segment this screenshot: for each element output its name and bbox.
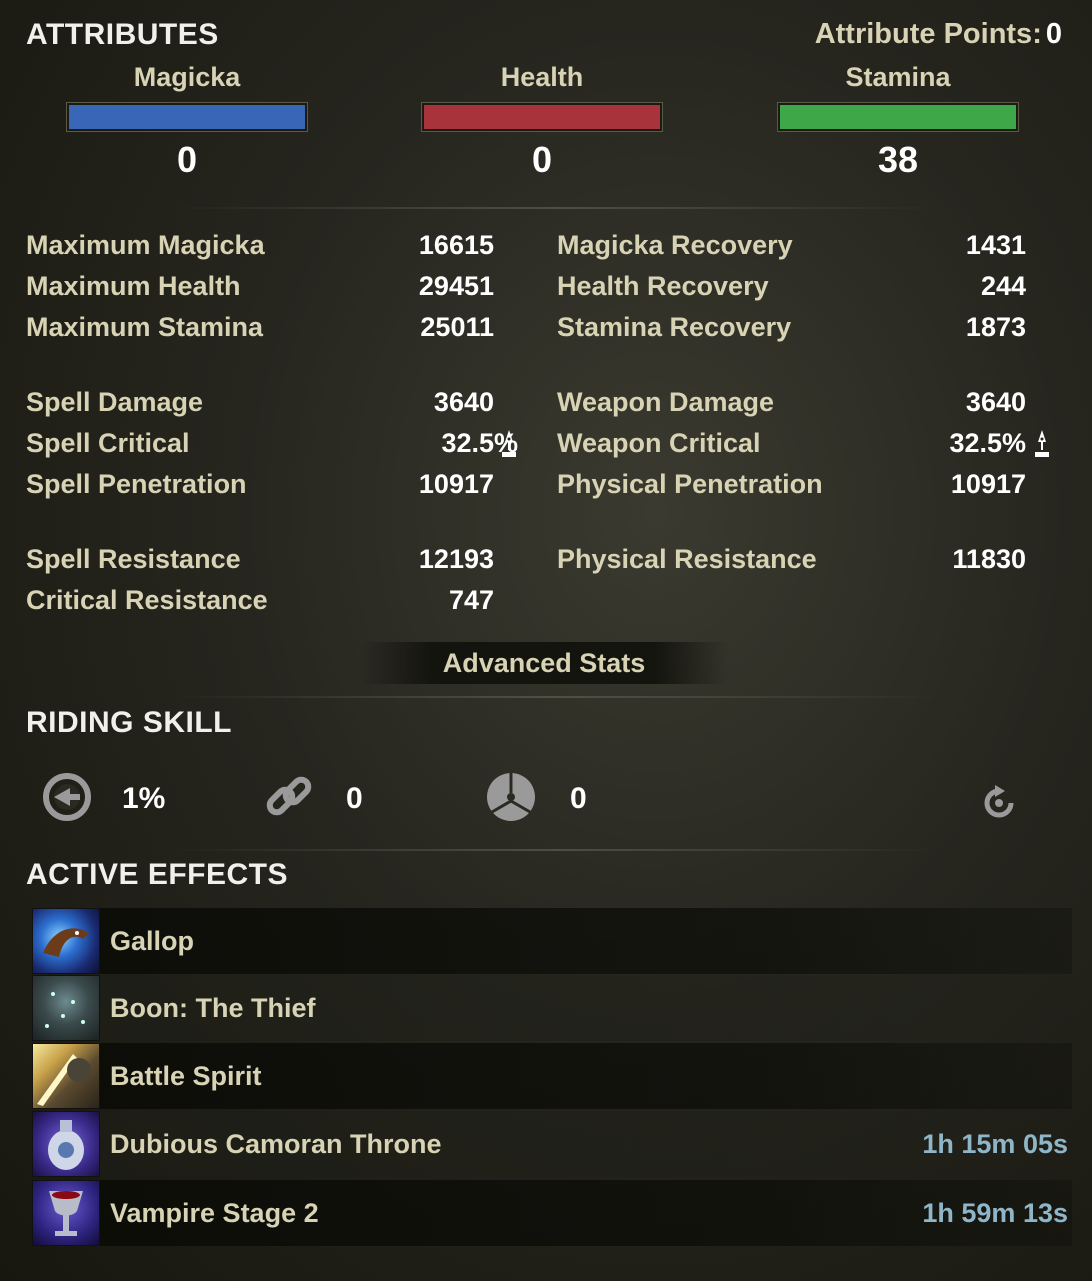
speed-icon <box>40 770 94 829</box>
riding-capacity-value: 0 <box>570 782 587 815</box>
riding-refresh-button[interactable] <box>978 778 1020 832</box>
stat-value-spell-resistance: 12193 <box>418 544 494 574</box>
divider <box>170 207 940 209</box>
stat-value-physical-penetration: 10917 <box>950 469 1026 499</box>
attribute-points-label: Attribute Points: <box>814 18 1042 50</box>
effect-row[interactable]: Gallop <box>32 908 1072 974</box>
health-value: 0 <box>531 139 553 180</box>
riding-capacity[interactable]: 0 <box>484 772 587 826</box>
divider <box>170 849 940 851</box>
attribute-points-value: 0 <box>1045 18 1062 50</box>
refresh-icon <box>978 782 1020 829</box>
stamina-label: Stamina <box>845 62 951 92</box>
effect-name: Battle Spirit <box>110 1060 262 1091</box>
stat-label-spell-damage: Spell Damage <box>26 387 204 417</box>
effect-row[interactable]: Dubious Camoran Throne 1h 15m 05s <box>32 1111 1072 1177</box>
stat-label-stamina-recovery: Stamina Recovery <box>557 312 792 342</box>
stat-value-physical-resistance: 11830 <box>952 544 1026 574</box>
stat-label-physical-resistance: Physical Resistance <box>557 544 817 574</box>
effect-time: 1h 59m 13s <box>922 1197 1068 1228</box>
riding-speed[interactable]: 1% <box>40 772 165 826</box>
stat-value-max-health: 29451 <box>418 271 494 301</box>
stat-label-weapon-critical: Weapon Critical <box>557 428 761 458</box>
stat-label-spell-resistance: Spell Resistance <box>26 544 241 574</box>
attribute-points: Attribute Points: 0 <box>815 18 1062 51</box>
health-attribute[interactable]: Health 0 <box>417 62 667 181</box>
health-label: Health <box>500 62 584 92</box>
stat-label-critical-resistance: Critical Resistance <box>26 585 268 615</box>
magicka-label: Magicka <box>133 62 241 92</box>
riding-speed-value: 1% <box>122 782 166 815</box>
magicka-attribute[interactable]: Magicka 0 <box>62 62 312 181</box>
stat-label-max-stamina: Maximum Stamina <box>26 312 264 342</box>
stat-value-stamina-recovery: 1873 <box>965 312 1026 342</box>
effect-row[interactable]: Boon: The Thief <box>32 975 1072 1041</box>
stat-label-health-recovery: Health Recovery <box>557 271 769 301</box>
vampire-chalice-effect-icon <box>32 1180 100 1246</box>
stat-value-spell-damage: 3640 <box>433 387 494 417</box>
effect-name: Dubious Camoran Throne <box>110 1128 442 1159</box>
stat-label-max-magicka: Maximum Magicka <box>26 230 265 260</box>
stat-value-spell-penetration: 10917 <box>418 469 494 499</box>
gallop-effect-icon <box>32 908 100 974</box>
riding-skill-title: RIDING SKILL <box>26 706 232 739</box>
stamina-attribute[interactable]: Stamina 38 <box>773 62 1023 181</box>
active-effects-title: ACTIVE EFFECTS <box>26 858 289 891</box>
critical-info-icon[interactable] <box>499 428 519 465</box>
effect-name: Boon: The Thief <box>110 992 316 1023</box>
stat-label-weapon-damage: Weapon Damage <box>557 387 775 417</box>
stat-value-health-recovery: 244 <box>980 271 1026 301</box>
effect-row[interactable]: Battle Spirit <box>32 1043 1072 1109</box>
stat-value-weapon-critical: 32.5% <box>949 428 1026 458</box>
effect-time: 1h 15m 05s <box>922 1128 1068 1159</box>
effect-name: Vampire Stage 2 <box>110 1197 319 1228</box>
capacity-icon <box>484 770 538 829</box>
boon-thief-effect-icon <box>32 975 100 1041</box>
stat-value-max-stamina: 25011 <box>420 312 494 342</box>
battle-spirit-effect-icon <box>32 1043 100 1109</box>
stamina-bar[interactable] <box>778 103 1018 131</box>
riding-stamina-value: 0 <box>346 782 363 815</box>
stat-label-spell-penetration: Spell Penetration <box>26 469 247 499</box>
advanced-stats-button[interactable]: Advanced Stats <box>360 642 728 684</box>
stat-value-critical-resistance: 747 <box>448 585 494 615</box>
divider <box>170 696 940 698</box>
stat-label-magicka-recovery: Magicka Recovery <box>557 230 793 260</box>
riding-stamina[interactable]: 0 <box>262 772 363 826</box>
effect-row[interactable]: Vampire Stage 2 1h 59m 13s <box>32 1180 1072 1246</box>
character-stats-panel: ATTRIBUTES Attribute Points: 0 Magicka 0 … <box>0 0 1092 1281</box>
stat-value-magicka-recovery: 1431 <box>965 230 1026 260</box>
stamina-value: 38 <box>877 139 919 180</box>
stat-label-max-health: Maximum Health <box>26 271 241 301</box>
magicka-value: 0 <box>176 139 198 180</box>
stat-label-spell-critical: Spell Critical <box>26 428 190 458</box>
health-bar[interactable] <box>422 103 662 131</box>
potion-effect-icon <box>32 1111 100 1177</box>
chain-link-icon <box>262 770 316 829</box>
stat-label-physical-penetration: Physical Penetration <box>557 469 823 499</box>
critical-info-icon[interactable] <box>1032 428 1052 465</box>
stat-value-weapon-damage: 3640 <box>965 387 1026 417</box>
effect-name: Gallop <box>110 925 195 956</box>
attributes-title: ATTRIBUTES <box>26 18 219 51</box>
stat-value-max-magicka: 16615 <box>418 230 494 260</box>
magicka-bar[interactable] <box>67 103 307 131</box>
